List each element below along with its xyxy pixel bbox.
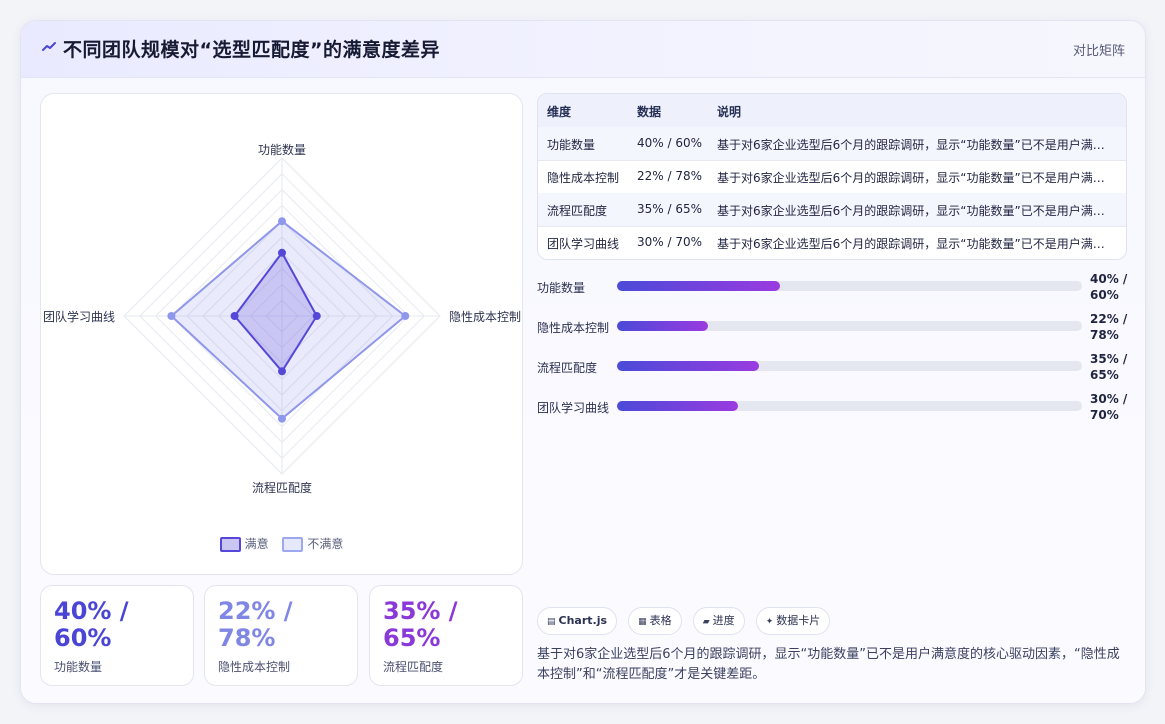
- description-text: 基于对6家企业选型后6个月的跟踪调研，显示“功能数量”已不是用户满意度的核心驱动…: [537, 647, 1120, 682]
- progress-value-line1: 40% /: [1090, 272, 1128, 286]
- chart-box-icon: ▤: [547, 617, 556, 627]
- table-cell: 22% / 78%: [637, 169, 703, 183]
- page-title: 不同团队规模对“选型匹配度”的满意度差异: [63, 39, 440, 61]
- kpi-value: 35% / 65%: [383, 597, 458, 652]
- chip-label: 数据卡片: [776, 614, 821, 627]
- radar-chart-panel: 功能数量隐性成本控制流程匹配度 团队学习曲线 满意 不满意: [40, 93, 523, 575]
- progress-value-line2: 65%: [1090, 368, 1119, 382]
- table-cell: 基于对6家企业选型后6个月的跟踪调研，显示“功能数量”已不是用户满意度的核心驱动…: [717, 138, 1115, 152]
- header: 不同团队规模对“选型匹配度”的满意度差异 对比矩阵: [21, 21, 1145, 78]
- progress-row: 流程匹配度 35% / 65%: [537, 351, 1137, 387]
- kpi-value: 22% / 78%: [218, 597, 293, 652]
- legend-item-satisfied[interactable]: 满意: [219, 535, 269, 552]
- progress-value-line2: 70%: [1090, 408, 1119, 422]
- progress-fill: [617, 321, 708, 331]
- kpi-label: 流程匹配度: [383, 660, 444, 674]
- radar-point-unsatisfied: [401, 312, 410, 320]
- table-row: 团队学习曲线 30% / 70% 基于对6家企业选型后6个月的跟踪调研，显示“功…: [538, 226, 1126, 259]
- legend-item-unsatisfied[interactable]: 不满意: [282, 535, 343, 552]
- progress-fill: [617, 281, 780, 291]
- table-cell: 40% / 60%: [637, 136, 703, 150]
- progress-track: [617, 281, 1082, 291]
- tech-chips: ▤ Chart.js ▦ 表格 ▰ 进度 ✦ 数据卡片: [537, 607, 836, 635]
- table-header-cell: 维度: [547, 105, 572, 119]
- table-cell: 功能数量: [547, 138, 596, 152]
- progress-label: 功能数量: [537, 281, 586, 295]
- table-cell: 35% / 65%: [637, 202, 703, 216]
- table-cell: 团队学习曲线: [547, 237, 620, 251]
- chip-chartjs[interactable]: ▤ Chart.js: [537, 607, 618, 635]
- header-tag: 对比矩阵: [1072, 44, 1125, 59]
- progress-value: 40% / 60%: [1090, 271, 1130, 303]
- chip-table[interactable]: ▦ 表格: [628, 607, 682, 635]
- progress-track: [617, 401, 1082, 411]
- kpi-card: 35% / 65% 流程匹配度: [369, 585, 523, 686]
- progress-value: 35% / 65%: [1090, 351, 1130, 383]
- kpi-card: 22% / 78% 隐性成本控制: [204, 585, 358, 686]
- table-cell: 基于对6家企业选型后6个月的跟踪调研，显示“功能数量”已不是用户满意度的核心驱动…: [717, 204, 1115, 218]
- legend-swatch-unsatisfied: [282, 537, 304, 552]
- table-header-cell: 数据: [637, 105, 662, 119]
- table-row: 功能数量 40% / 60% 基于对6家企业选型后6个月的跟踪调研，显示“功能数…: [538, 127, 1126, 161]
- progress-value-line2: 60%: [1090, 288, 1119, 302]
- table-row: 流程匹配度 35% / 65% 基于对6家企业选型后6个月的跟踪调研，显示“功能…: [538, 193, 1126, 227]
- progress-value: 30% / 70%: [1090, 391, 1130, 423]
- progress-value-line1: 30% /: [1090, 392, 1128, 406]
- progress-fill: [617, 361, 759, 371]
- progress-value: 22% / 78%: [1090, 311, 1130, 343]
- progress-label: 流程匹配度: [537, 361, 598, 375]
- progress-row: 隐性成本控制 22% / 78%: [537, 311, 1137, 347]
- progress-value-line1: 22% /: [1090, 312, 1128, 326]
- table-icon: ▦: [638, 617, 647, 627]
- table-row: 隐性成本控制 22% / 78% 基于对6家企业选型后6个月的跟踪调研，显示“功…: [538, 160, 1126, 194]
- radar-point-satisfied: [312, 312, 321, 320]
- progress-label: 团队学习曲线: [537, 401, 610, 415]
- radar-axis-label: 隐性成本控制: [449, 310, 521, 324]
- table-cell: 30% / 70%: [637, 235, 703, 249]
- sparkle-icon: ✦: [765, 617, 774, 627]
- progress-icon: ▰: [702, 617, 710, 627]
- table-header-row: 维度 数据 说明: [538, 94, 1126, 128]
- chip-progress[interactable]: ▰ 进度: [692, 607, 745, 635]
- radar-point-satisfied: [278, 248, 286, 257]
- chip-label: 表格: [649, 614, 672, 627]
- kpi-label: 功能数量: [54, 660, 103, 674]
- legend-swatch-satisfied: [219, 537, 241, 552]
- radar-point-unsatisfied: [167, 312, 176, 320]
- radar-chart: 功能数量隐性成本控制流程匹配度 团队学习曲线: [43, 142, 521, 495]
- table-cell: 基于对6家企业选型后6个月的跟踪调研，显示“功能数量”已不是用户满意度的核心驱动…: [717, 237, 1115, 251]
- progress-row: 功能数量 40% / 60%: [537, 271, 1137, 307]
- radar-axis-label: 流程匹配度: [252, 480, 312, 495]
- chip-label: Chart.js: [558, 614, 608, 627]
- progress-value-line1: 35% /: [1090, 352, 1128, 366]
- radar-axis-label: 功能数量: [258, 142, 306, 157]
- kpi-value: 40% / 60%: [54, 597, 129, 652]
- chart-line-icon: [42, 42, 56, 51]
- radar-point-satisfied: [278, 367, 286, 376]
- radar-point-unsatisfied: [278, 217, 286, 226]
- chip-label: 进度: [712, 614, 735, 627]
- radar-point-satisfied: [230, 312, 239, 320]
- legend-label-unsatisfied: 不满意: [307, 537, 344, 551]
- progress-value-line2: 78%: [1090, 328, 1119, 342]
- table-cell: 基于对6家企业选型后6个月的跟踪调研，显示“功能数量”已不是用户满意度的核心驱动…: [717, 171, 1115, 185]
- progress-list: 功能数量 40% / 60% 隐性成本控制 22% / 78% 流程匹配度 35% …: [537, 271, 1137, 443]
- legend-label-satisfied: 满意: [244, 537, 269, 551]
- kpi-label: 隐性成本控制: [218, 660, 291, 674]
- progress-track: [617, 321, 1082, 331]
- progress-track: [617, 361, 1082, 371]
- table-cell: 隐性成本控制: [547, 171, 620, 185]
- table-cell: 流程匹配度: [547, 204, 608, 218]
- table-header-cell: 说明: [717, 105, 742, 119]
- radar-axis-label: 团队学习曲线: [43, 309, 115, 324]
- radar-point-unsatisfied: [278, 414, 286, 423]
- chart-legend: 满意 不满意: [41, 535, 522, 552]
- progress-row: 团队学习曲线 30% / 70%: [537, 391, 1137, 427]
- kpi-card: 40% / 60% 功能数量: [40, 585, 194, 686]
- progress-fill: [617, 401, 738, 411]
- progress-label: 隐性成本控制: [537, 321, 610, 335]
- main-card: 不同团队规模对“选型匹配度”的满意度差异 对比矩阵 功能数量 隐性成本控制 流程匹配…: [20, 20, 1146, 704]
- data-table: 维度 数据 说明 功能数量 40% / 60% 基于对6家企业选型后6个月的跟踪…: [537, 93, 1127, 260]
- chip-data-card[interactable]: ✦ 数据卡片: [755, 607, 831, 635]
